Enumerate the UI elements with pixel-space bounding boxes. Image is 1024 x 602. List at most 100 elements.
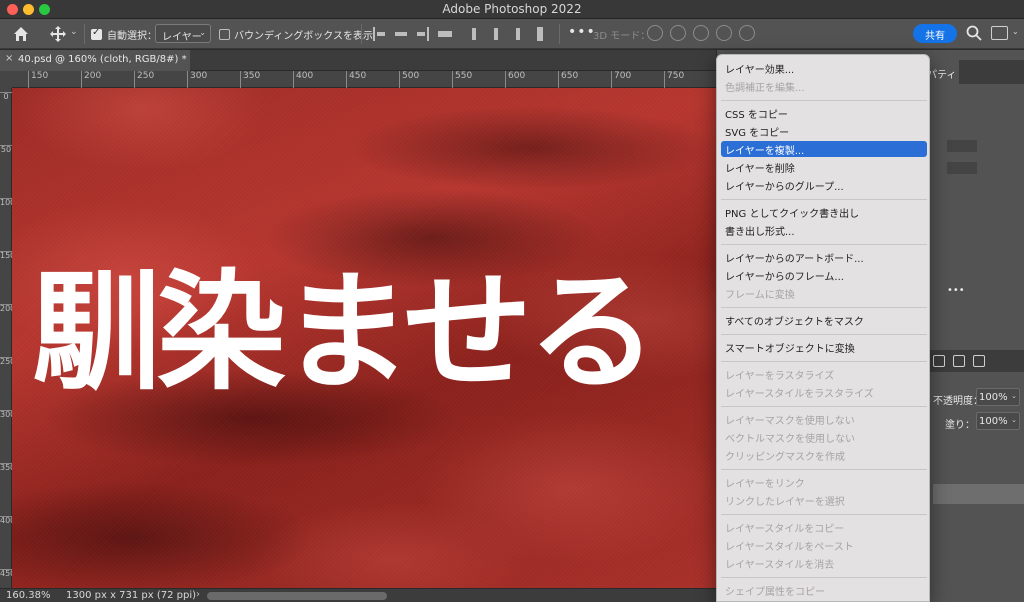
bounding-box-checkbox[interactable] xyxy=(219,29,230,40)
ruler-tick-label: 200 xyxy=(0,304,16,313)
bounding-box-label: バウンディングボックスを表示 xyxy=(234,31,373,42)
menu-item[interactable]: レイヤーからのアートボード... xyxy=(721,249,927,265)
chevron-down-icon[interactable]: ⌄ xyxy=(1012,27,1019,36)
opacity-input[interactable]: 100% ⌄ xyxy=(976,388,1020,406)
horizontal-scrollbar[interactable] xyxy=(207,592,387,600)
ruler-tick-label: 350 xyxy=(240,71,260,88)
selected-layer-row[interactable] xyxy=(933,484,1024,504)
orbit-3d-icon[interactable] xyxy=(647,25,663,41)
chevron-down-icon: ⌄ xyxy=(1011,392,1017,400)
menu-item[interactable]: レイヤー効果... xyxy=(721,60,927,76)
menu-item[interactable]: レイヤーを削除 xyxy=(721,159,927,175)
status-bar: 160.38% 1300 px x 731 px (72 ppi) › xyxy=(0,588,716,602)
align-vertical-center-icon[interactable] xyxy=(486,25,505,43)
property-field[interactable] xyxy=(947,140,977,152)
auto-select-value: レイヤー xyxy=(162,32,202,43)
align-icons xyxy=(369,25,552,43)
divider xyxy=(559,24,560,44)
fill-value: 100% xyxy=(979,416,1008,427)
divider xyxy=(361,24,362,44)
scale-3d-icon[interactable] xyxy=(739,25,755,41)
ruler-tick-label: 700 xyxy=(611,71,631,88)
home-icon[interactable] xyxy=(12,25,30,43)
move-tool-icon[interactable] xyxy=(48,25,68,43)
menu-item[interactable]: レイヤーを複製... xyxy=(721,141,927,157)
menu-item: ベクトルマスクを使用しない xyxy=(725,434,855,445)
auto-select-checkbox[interactable] xyxy=(91,27,102,40)
chevron-right-icon[interactable]: › xyxy=(196,589,200,600)
tool-preset-chevron-icon[interactable]: ⌄ xyxy=(70,27,78,37)
menu-separator xyxy=(721,577,927,578)
title-bar: Adobe Photoshop 2022 xyxy=(0,0,1024,19)
search-icon[interactable] xyxy=(966,25,982,41)
menu-item[interactable]: 書き出し形式... xyxy=(721,222,927,238)
ruler-tick-label: 300 xyxy=(187,71,207,88)
filter-shape-icon[interactable] xyxy=(953,355,965,367)
3d-mode-icons xyxy=(647,25,762,41)
document-tab-title: 40.psd @ 160% (cloth, RGB/8#) * xyxy=(18,54,187,65)
ruler-corner xyxy=(0,71,12,88)
menu-item[interactable]: CSS をコピー xyxy=(721,105,927,121)
ruler-tick-label: 450 xyxy=(346,71,366,88)
menu-item[interactable]: SVG をコピー xyxy=(721,123,927,139)
slide-3d-icon[interactable] xyxy=(716,25,732,41)
menu-item: 色調補正を編集... xyxy=(725,83,805,94)
menu-item[interactable]: レイヤーからのフレーム... xyxy=(721,267,927,283)
drag-3d-icon[interactable] xyxy=(693,25,709,41)
align-bottom-icon[interactable] xyxy=(508,25,527,43)
filter-type-icon[interactable] xyxy=(933,355,945,367)
menu-item[interactable]: レイヤーからのグループ... xyxy=(721,177,927,193)
menu-item: レイヤースタイルをラスタライズ xyxy=(725,389,874,400)
auto-select-dropdown[interactable]: レイヤー ⌄ xyxy=(155,24,211,43)
menu-separator xyxy=(721,244,927,245)
more-options-icon[interactable]: ••• xyxy=(947,285,965,296)
auto-select-label: 自動選択： xyxy=(107,31,157,42)
distribute-horizontal-icon[interactable] xyxy=(435,25,454,43)
align-left-icon[interactable] xyxy=(369,25,388,43)
more-options-icon[interactable]: ••• xyxy=(568,24,596,40)
property-field[interactable] xyxy=(947,162,977,174)
ruler-tick-label: 500 xyxy=(399,71,419,88)
document-tab[interactable]: × 40.psd @ 160% (cloth, RGB/8#) * xyxy=(0,50,190,71)
document-canvas[interactable]: 馴染ませる xyxy=(12,88,716,588)
menu-item[interactable]: スマートオブジェクトに変換 xyxy=(721,339,927,355)
tab-properties[interactable]: パティ xyxy=(927,60,959,84)
menu-item[interactable]: すべてのオブジェクトをマスク xyxy=(721,312,927,328)
chevron-down-icon: ⌄ xyxy=(1011,416,1017,424)
vertical-ruler[interactable]: 050100150200250300350400450500 xyxy=(0,88,16,588)
menu-item[interactable]: PNG としてクイック書き出し xyxy=(721,204,927,220)
align-top-icon[interactable] xyxy=(464,25,483,43)
options-bar: ⌄ 自動選択： レイヤー ⌄ バウンディングボックスを表示 ••• 3D モード… xyxy=(0,19,1024,49)
ruler-tick-label: 0 xyxy=(0,92,12,101)
share-button[interactable]: 共有 xyxy=(913,24,957,43)
ruler-tick-label: 100 xyxy=(0,198,16,207)
close-tab-icon[interactable]: × xyxy=(5,53,13,64)
menu-separator xyxy=(721,469,927,470)
menu-item: シェイプ属性をコピー xyxy=(725,587,825,598)
menu-separator xyxy=(721,361,927,362)
document-info: 1300 px x 731 px (72 ppi) xyxy=(66,590,197,601)
fill-input[interactable]: 100% ⌄ xyxy=(976,412,1020,430)
align-horizontal-center-icon[interactable] xyxy=(391,25,410,43)
ruler-tick-label: 600 xyxy=(505,71,525,88)
roll-3d-icon[interactable] xyxy=(670,25,686,41)
ruler-tick-label: 150 xyxy=(0,251,16,260)
ruler-tick-label: 550 xyxy=(452,71,472,88)
zoom-level[interactable]: 160.38% xyxy=(6,590,51,601)
align-right-icon[interactable] xyxy=(413,25,432,43)
menu-item: レイヤースタイルを消去 xyxy=(725,560,835,571)
ruler-tick-label: 750 xyxy=(664,71,684,88)
chevron-down-icon: ⌄ xyxy=(199,28,206,37)
menu-item: レイヤーをラスタライズ xyxy=(725,371,835,382)
canvas-text-layer: 馴染ませる xyxy=(32,258,657,408)
menu-item: クリッピングマスクを作成 xyxy=(725,452,845,463)
horizontal-ruler[interactable]: 150 200 250 300 350 400 450 500 550 600 650 700 750 xyxy=(12,71,716,88)
ruler-tick-label: 250 xyxy=(134,71,154,88)
menu-item: リンクしたレイヤーを選択 xyxy=(725,497,845,508)
distribute-vertical-icon[interactable] xyxy=(530,25,549,43)
filter-smart-object-icon[interactable] xyxy=(973,355,985,367)
layer-context-menu: レイヤー効果... 色調補正を編集... CSS をコピー SVG をコピー レイヤーを… xyxy=(716,54,930,602)
ruler-tick-label: 300 xyxy=(0,410,16,419)
panel-switch-icon[interactable] xyxy=(991,26,1008,40)
ruler-tick-label: 450 xyxy=(0,569,16,578)
